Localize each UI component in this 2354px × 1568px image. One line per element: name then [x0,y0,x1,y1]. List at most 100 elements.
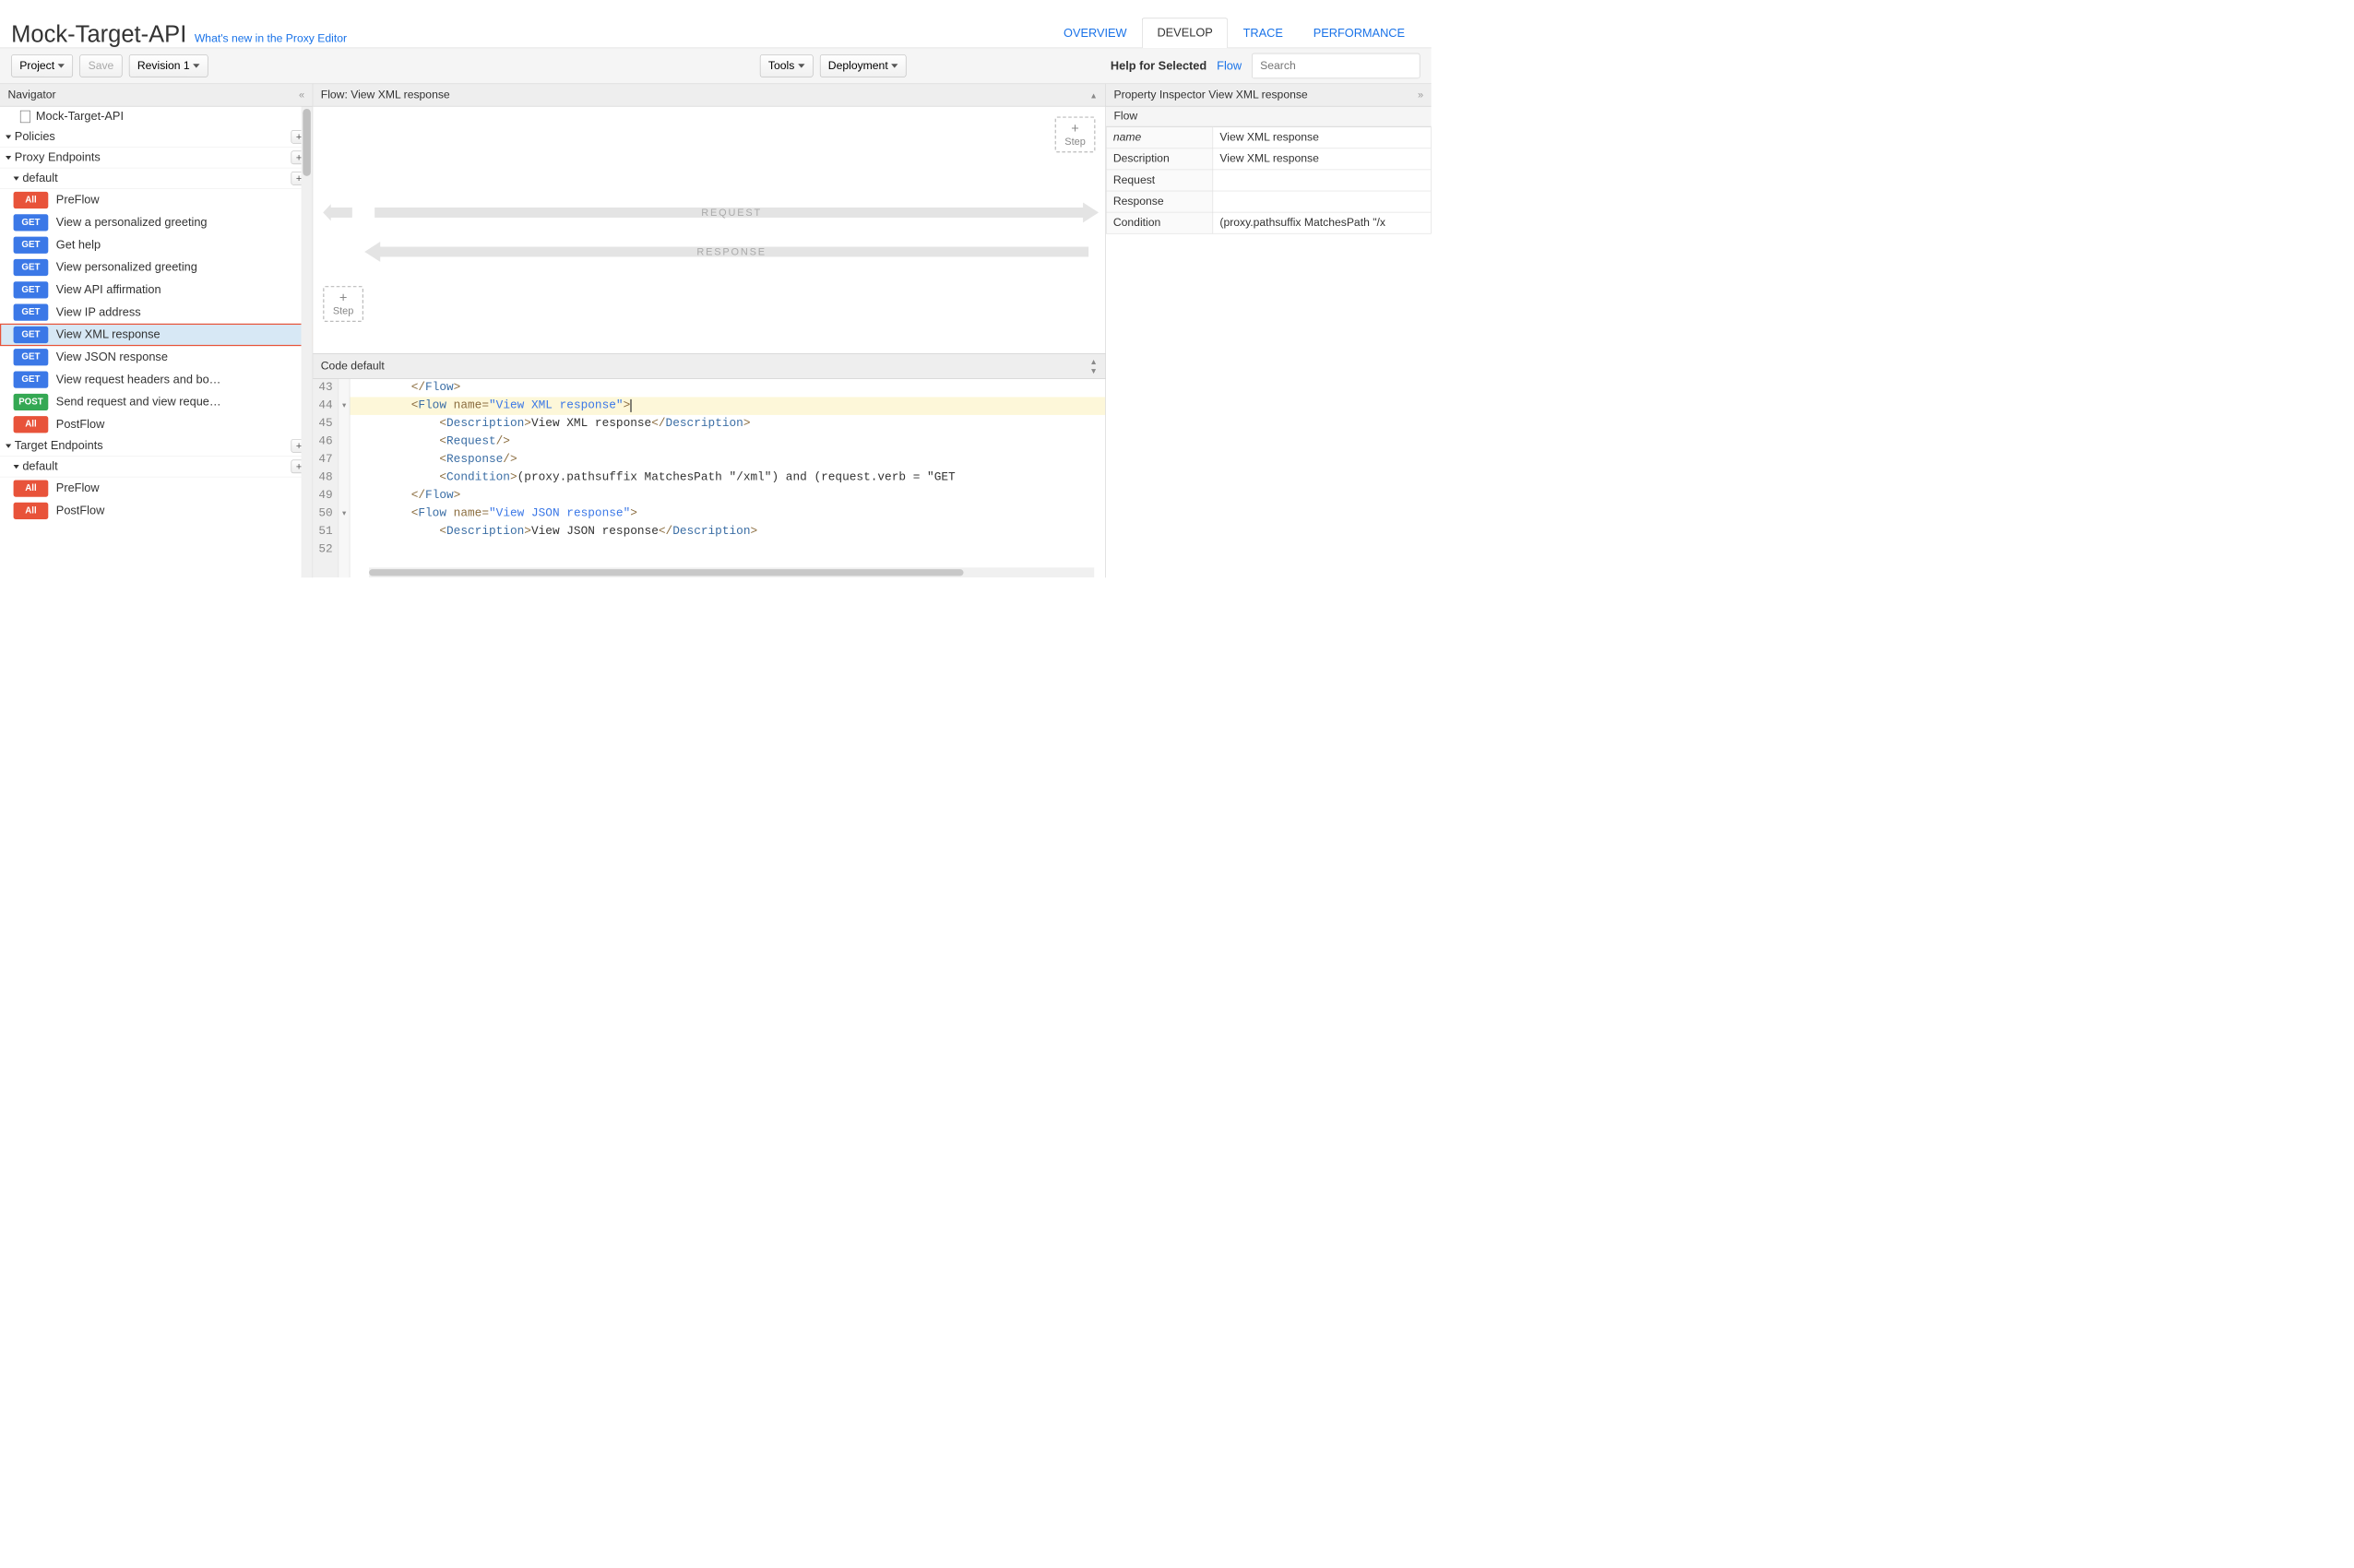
save-button[interactable]: Save [79,54,122,77]
request-pipeline: REQUEST [374,208,1088,218]
section-proxy-endpoints[interactable]: Proxy Endpoints+ [0,148,313,168]
caret-down-icon [58,64,65,67]
tab-performance[interactable]: PERFORMANCE [1298,18,1420,48]
add-step-response[interactable]: + Step [323,286,363,322]
flow-item[interactable]: GET View API affirmation [0,279,313,301]
arrow-right-icon [1083,202,1099,222]
property-row: Response [1106,191,1431,212]
method-badge: All [14,480,49,496]
section-target-endpoints[interactable]: Target Endpoints+ [0,435,313,456]
flow-item[interactable]: GET View a personalized greeting [0,211,313,233]
search-input[interactable] [1252,53,1420,78]
flow-label: View IP address [56,305,141,319]
flow-label: View request headers and bo… [56,373,221,386]
tab-overview[interactable]: OVERVIEW [1049,18,1142,48]
method-badge: GET [14,327,49,343]
add-step-request[interactable]: + Step [1055,116,1096,152]
property-table: nameView XML responseDescriptionView XML… [1106,126,1432,233]
tools-dropdown[interactable]: Tools [760,54,814,77]
method-badge: GET [14,304,49,321]
flow-item[interactable]: All PostFlow [0,500,313,522]
property-value[interactable] [1213,170,1432,191]
property-value[interactable]: View XML response [1213,127,1432,148]
property-key: Condition [1106,212,1213,233]
request-stub [330,208,352,218]
navigator-title: Navigator [8,89,56,101]
method-badge: GET [14,259,49,276]
flow-item[interactable]: GET View IP address [0,301,313,323]
flow-help-link[interactable]: Flow [1217,59,1242,73]
flow-label: Send request and view reque… [56,396,221,410]
deployment-dropdown[interactable]: Deployment [820,54,907,77]
flow-label: View API affirmation [56,283,161,297]
property-key: Description [1106,148,1213,170]
flow-label: View a personalized greeting [56,216,208,230]
tab-trace[interactable]: TRACE [1228,18,1298,48]
flow-item[interactable]: GETGet help [0,234,313,256]
collapse-left-icon[interactable]: « [299,89,304,101]
tab-develop[interactable]: DEVELOP [1142,18,1228,48]
help-for-selected-label: Help for Selected [1111,59,1207,73]
method-badge: All [14,192,49,208]
triangle-down-icon [6,156,11,160]
triangle-down-icon [6,135,11,138]
code-updown-icon[interactable]: ▲▼ [1089,357,1097,374]
method-badge: GET [14,281,49,298]
property-value[interactable] [1213,191,1432,212]
file-icon [20,111,30,123]
method-badge: All [14,503,49,519]
property-key: Request [1106,170,1213,191]
flow-label: PreFlow [56,194,100,208]
flow-label: PostFlow [56,505,105,518]
method-badge: GET [14,349,49,365]
flow-item[interactable]: GETView personalized greeting [0,256,313,279]
nav-root[interactable]: Mock-Target-API [0,107,313,127]
property-row: Condition(proxy.pathsuffix MatchesPath "… [1106,212,1431,233]
header-tabs: OVERVIEWDEVELOPTRACEPERFORMANCE [1049,0,1421,48]
proxy-default[interactable]: default+ [0,168,313,188]
flow-item[interactable]: POST Send request and view reque… [0,391,313,413]
property-value[interactable]: (proxy.pathsuffix MatchesPath "/x [1213,212,1432,233]
inspector-title: Property Inspector View XML response [1113,89,1307,101]
flow-item[interactable]: AllPreFlow [0,477,313,499]
flow-item[interactable]: GET View XML response [0,324,313,346]
property-value[interactable]: View XML response [1213,148,1432,170]
flow-item[interactable]: GET View JSON response [0,346,313,368]
inspector-panel: Property Inspector View XML response » F… [1106,84,1432,577]
flow-title: Flow: View XML response [321,89,450,101]
method-badge: POST [14,394,49,410]
triangle-down-icon [6,444,11,447]
flow-item[interactable]: All PreFlow [0,189,313,211]
target-default[interactable]: default+ [0,457,313,477]
inspector-section: Flow [1106,107,1432,127]
center-panel: Flow: View XML response ▲ + Step REQUEST… [313,84,1106,577]
caret-down-icon [193,64,199,67]
flow-item[interactable]: All PostFlow [0,413,313,435]
flow-label: View JSON response [56,350,168,364]
property-row: DescriptionView XML response [1106,148,1431,170]
section-policies[interactable]: Policies+ [0,126,313,147]
method-badge: GET [14,214,49,231]
flow-label: PostFlow [56,418,105,432]
code-editor[interactable]: 43444546474849505152 ▾▾ </Flow> <Flow na… [313,379,1105,577]
flow-item[interactable]: GET View request headers and bo… [0,368,313,390]
property-key: Response [1106,191,1213,212]
triangle-down-icon [14,465,19,469]
collapse-right-icon[interactable]: » [1418,89,1423,101]
response-pipeline: RESPONSE [374,247,1088,257]
flow-label: Get help [56,238,101,252]
property-key: name [1106,127,1213,148]
project-dropdown[interactable]: Project [11,54,73,77]
method-badge: All [14,416,49,433]
whats-new-link[interactable]: What's new in the Proxy Editor [195,32,347,45]
flow-label: View XML response [56,328,160,342]
revision-dropdown[interactable]: Revision 1 [129,54,208,77]
header: Mock-Target-API What's new in the Proxy … [0,0,1432,48]
caret-down-icon [798,64,804,67]
method-badge: GET [14,371,49,387]
collapse-up-icon[interactable]: ▲ [1089,90,1097,100]
h-scrollbar[interactable] [369,567,1094,577]
arrow-left-icon [364,242,380,262]
nav-scrollbar[interactable] [301,107,312,578]
caret-down-icon [891,64,898,67]
